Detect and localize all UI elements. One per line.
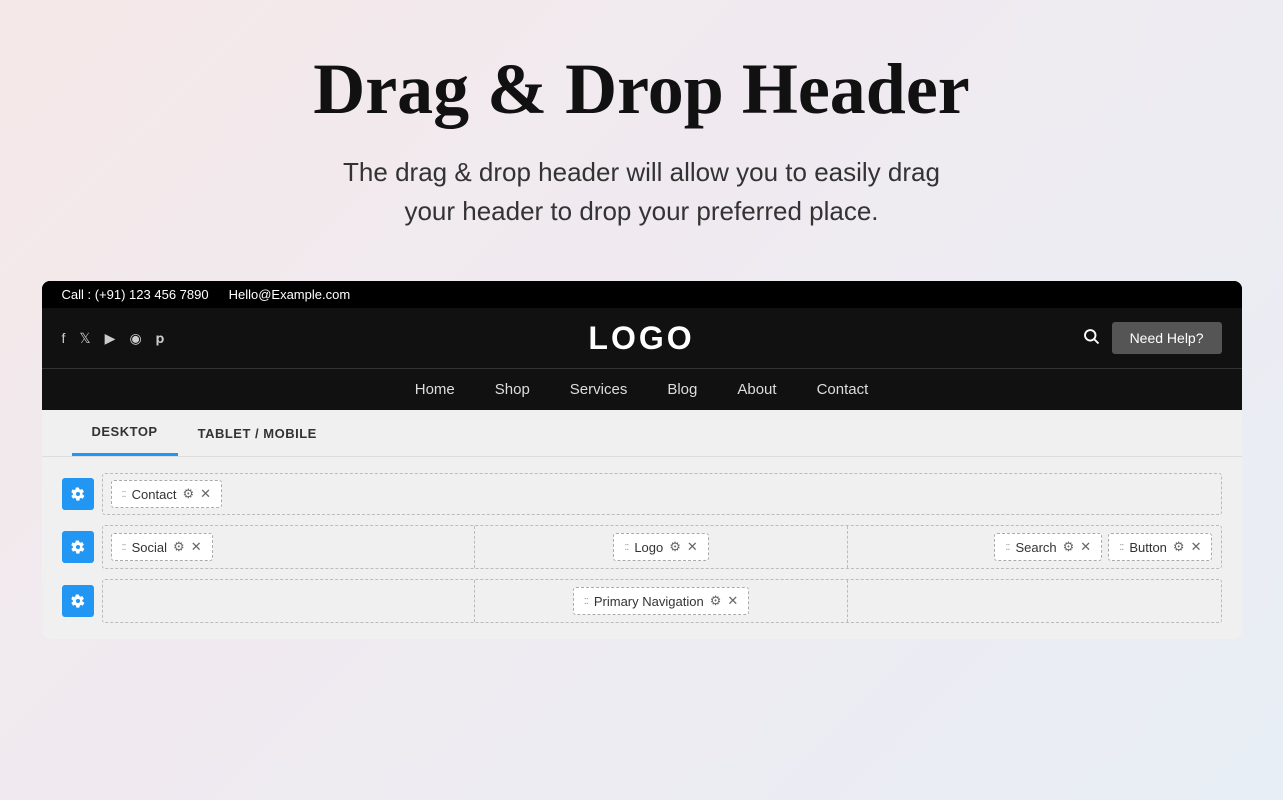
phone-text: Call : (+91) 123 456 7890 — [62, 287, 209, 302]
youtube-icon[interactable]: ▶ — [105, 330, 116, 347]
page-title: Drag & Drop Header — [313, 50, 970, 129]
contact-gear-icon[interactable]: ⚙ — [182, 486, 194, 502]
nav-shop[interactable]: Shop — [495, 381, 530, 398]
header-preview: Call : (+91) 123 456 7890 Hello@Example.… — [42, 281, 1242, 410]
col-center-nav: :: Primary Navigation ⚙ ✕ — [475, 580, 848, 622]
col-right-empty — [848, 580, 1221, 622]
row-1-content: :: Contact ⚙ ✕ — [102, 473, 1222, 515]
drag-drop-area: :: Contact ⚙ ✕ :: Social ⚙ — [42, 457, 1242, 639]
header-main-right: Need Help? — [1082, 322, 1222, 354]
search-chip[interactable]: :: Search ⚙ ✕ — [994, 533, 1102, 561]
facebook-icon[interactable]: f — [62, 330, 66, 346]
nav-about[interactable]: About — [737, 381, 776, 398]
header-top-bar: Call : (+91) 123 456 7890 Hello@Example.… — [42, 281, 1242, 308]
contact-chip-label: Contact — [132, 487, 177, 502]
hero-description: The drag & drop header will allow you to… — [313, 153, 970, 231]
need-help-button[interactable]: Need Help? — [1112, 322, 1222, 354]
instagram-icon[interactable]: ◉ — [129, 330, 141, 347]
nav-contact[interactable]: Contact — [817, 381, 869, 398]
header-main: f 𝕏 ▶ ◉ 𝐩 LOGO Need Help? — [42, 308, 1242, 368]
nav-blog[interactable]: Blog — [667, 381, 697, 398]
search-gear-icon[interactable]: ⚙ — [1063, 539, 1075, 555]
header-search-button[interactable] — [1082, 327, 1100, 350]
hero-section: Drag & Drop Header The drag & drop heade… — [293, 0, 990, 271]
contact-chip[interactable]: :: Contact ⚙ ✕ — [111, 480, 223, 508]
drag-handle-icon: :: — [122, 541, 126, 553]
logo: LOGO — [588, 320, 694, 357]
drag-handle-icon: :: — [122, 488, 126, 500]
primary-nav-gear-icon[interactable]: ⚙ — [710, 593, 722, 609]
logo-chip-label: Logo — [634, 540, 663, 555]
row-3-settings-button[interactable] — [62, 585, 94, 617]
primary-navigation-chip-label: Primary Navigation — [594, 594, 704, 609]
row-contact: :: Contact ⚙ ✕ — [62, 473, 1222, 515]
twitter-icon[interactable]: 𝕏 — [79, 330, 90, 347]
logo-chip[interactable]: :: Logo ⚙ ✕ — [613, 533, 709, 561]
row-3-content: :: Primary Navigation ⚙ ✕ — [102, 579, 1222, 623]
col-left-empty — [103, 580, 476, 622]
social-icons: f 𝕏 ▶ ◉ 𝐩 — [62, 330, 165, 347]
button-gear-icon[interactable]: ⚙ — [1173, 539, 1185, 555]
drag-handle-icon: :: — [1005, 541, 1009, 553]
drag-handle-icon: :: — [1119, 541, 1123, 553]
col-left: :: Social ⚙ ✕ — [103, 526, 476, 568]
header-preview-container: Call : (+91) 123 456 7890 Hello@Example.… — [42, 281, 1242, 639]
pinterest-icon[interactable]: 𝐩 — [156, 330, 165, 347]
social-chip-label: Social — [132, 540, 167, 555]
nav-services[interactable]: Services — [570, 381, 628, 398]
social-chip[interactable]: :: Social ⚙ ✕ — [111, 533, 213, 561]
tabs-section: DESKTOP TABLET / MOBILE — [42, 410, 1242, 457]
social-close-icon[interactable]: ✕ — [191, 539, 202, 555]
row-1-settings-button[interactable] — [62, 478, 94, 510]
row-2-settings-button[interactable] — [62, 531, 94, 563]
search-close-icon[interactable]: ✕ — [1080, 539, 1091, 555]
tab-tablet-mobile[interactable]: TABLET / MOBILE — [178, 410, 337, 456]
button-chip-label: Button — [1129, 540, 1167, 555]
header-nav: Home Shop Services Blog About Contact — [42, 368, 1242, 410]
drag-handle-icon: :: — [584, 595, 588, 607]
primary-nav-close-icon[interactable]: ✕ — [727, 593, 738, 609]
contact-close-icon[interactable]: ✕ — [200, 486, 211, 502]
email-text: Hello@Example.com — [229, 287, 351, 302]
button-close-icon[interactable]: ✕ — [1191, 539, 1202, 555]
tab-desktop[interactable]: DESKTOP — [72, 410, 178, 456]
button-chip[interactable]: :: Button ⚙ ✕ — [1108, 533, 1212, 561]
nav-home[interactable]: Home — [415, 381, 455, 398]
row-2-content: :: Social ⚙ ✕ :: Logo ⚙ ✕ — [102, 525, 1222, 569]
col-center: :: Logo ⚙ ✕ — [475, 526, 848, 568]
logo-close-icon[interactable]: ✕ — [687, 539, 698, 555]
social-gear-icon[interactable]: ⚙ — [173, 539, 185, 555]
drag-handle-icon: :: — [624, 541, 628, 553]
col-right: :: Search ⚙ ✕ :: Button ⚙ ✕ — [848, 526, 1221, 568]
logo-gear-icon[interactable]: ⚙ — [669, 539, 681, 555]
primary-navigation-chip[interactable]: :: Primary Navigation ⚙ ✕ — [573, 587, 750, 615]
row-primary-nav: :: Primary Navigation ⚙ ✕ — [62, 579, 1222, 623]
row-social-logo-search: :: Social ⚙ ✕ :: Logo ⚙ ✕ — [62, 525, 1222, 569]
search-chip-label: Search — [1015, 540, 1056, 555]
